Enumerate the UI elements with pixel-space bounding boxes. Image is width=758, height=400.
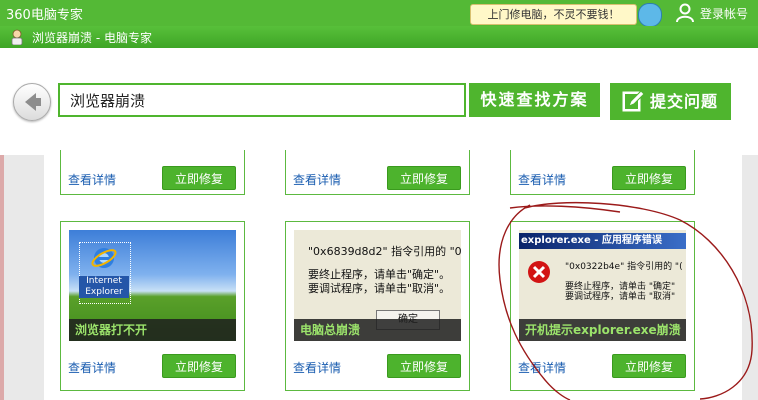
card-caption: 开机提示explorer.exe崩溃	[519, 319, 686, 341]
view-details-link[interactable]: 查看详情	[293, 359, 341, 376]
window-title: 浏览器崩溃 - 电脑专家	[32, 31, 152, 45]
arrow-left-icon	[25, 93, 41, 111]
card-thumbnail[interactable]: explorer.exe - 应用程序错误 "0x0322b4e" 指令引用的 …	[519, 230, 686, 341]
edit-icon	[622, 90, 645, 112]
dialog-text: 要调试程序，请单击 "取消"	[565, 292, 676, 302]
dialog-text: "0x0322b4e" 指令引用的 "(	[565, 262, 683, 272]
expert-avatar-icon	[11, 29, 23, 45]
dialog-text: "0x6839d8d2" 指令引用的 "0x03	[308, 245, 461, 258]
fix-now-button[interactable]: 立即修复	[387, 166, 461, 190]
view-details-link[interactable]: 查看详情	[518, 359, 566, 376]
back-button[interactable]	[13, 83, 51, 121]
app-title: 360电脑专家	[6, 8, 83, 23]
error-icon	[528, 261, 550, 283]
user-icon[interactable]	[676, 3, 694, 23]
fix-now-button[interactable]: 立即修复	[162, 354, 236, 378]
card-caption: 浏览器打不开	[69, 319, 236, 341]
promo-banner[interactable]: 上门修电脑，不灵不要钱！	[470, 4, 637, 25]
internet-explorer-icon	[91, 248, 117, 268]
quick-search-button[interactable]: 快速查找方案	[469, 83, 600, 117]
fix-now-button[interactable]: 立即修复	[387, 354, 461, 378]
view-details-link[interactable]: 查看详情	[293, 171, 341, 188]
fix-now-button[interactable]: 立即修复	[612, 166, 686, 190]
view-details-link[interactable]: 查看详情	[68, 359, 116, 376]
left-edge-strip	[0, 155, 4, 400]
search-input[interactable]	[58, 83, 466, 117]
card-caption: 电脑总崩溃	[294, 319, 461, 341]
card-thumbnail[interactable]: Internet Explorer 浏览器打不开	[69, 230, 236, 341]
card-thumbnail[interactable]: "0x6839d8d2" 指令引用的 "0x03 要终止程序，请单击"确定"。 …	[294, 230, 461, 341]
fix-now-button[interactable]: 立即修复	[612, 354, 686, 378]
fix-now-button[interactable]: 立即修复	[162, 166, 236, 190]
login-link[interactable]: 登录帐号	[700, 5, 748, 22]
view-details-link[interactable]: 查看详情	[68, 171, 116, 188]
submit-question-label: 提交问题	[650, 92, 719, 111]
dialog-text: 要调试程序，请单击"取消"。	[308, 282, 451, 295]
ie-icon-label: Internet Explorer	[79, 276, 129, 298]
error-dialog-title: explorer.exe - 应用程序错误	[519, 233, 686, 249]
view-details-link[interactable]: 查看详情	[518, 171, 566, 188]
badge-icon[interactable]	[638, 3, 662, 27]
